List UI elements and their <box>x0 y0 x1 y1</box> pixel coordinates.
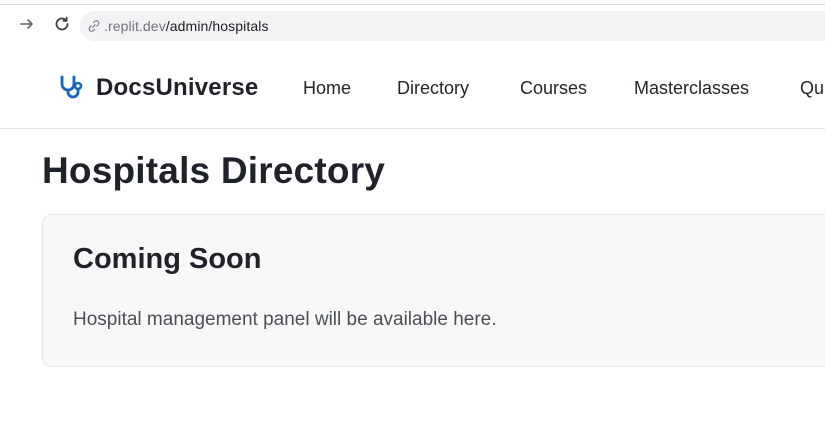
reload-button[interactable] <box>49 13 75 39</box>
nav-link-truncated[interactable]: Qu <box>800 78 824 99</box>
address-bar[interactable]: .replit.dev/admin/hospitals <box>80 11 825 41</box>
card-body-text: Hospital management panel will be availa… <box>73 309 497 330</box>
coming-soon-card: Coming Soon Hospital management panel wi… <box>42 214 825 367</box>
nav-link-home[interactable]: Home <box>303 78 351 99</box>
card-title: Coming Soon <box>73 243 262 275</box>
forward-button[interactable] <box>14 13 40 39</box>
stethoscope-icon <box>56 73 86 103</box>
brand-logo[interactable]: DocsUniverse <box>56 73 258 103</box>
nav-link-courses[interactable]: Courses <box>520 78 587 99</box>
url-path: /admin/hospitals <box>165 18 269 34</box>
page-title: Hospitals Directory <box>42 150 386 191</box>
brand-name: DocsUniverse <box>96 74 259 101</box>
nav-link-directory[interactable]: Directory <box>397 78 469 99</box>
toolbar-divider <box>0 4 825 5</box>
arrow-right-icon <box>19 16 35 37</box>
nav-link-masterclasses[interactable]: Masterclasses <box>634 78 749 99</box>
browser-toolbar: .replit.dev/admin/hospitals <box>0 0 825 48</box>
link-icon[interactable] <box>86 18 102 34</box>
url-text: .replit.dev/admin/hospitals <box>104 18 269 34</box>
url-host: .replit.dev <box>104 18 166 34</box>
reload-icon <box>53 15 71 38</box>
site-header: DocsUniverse Home Directory Courses Mast… <box>0 48 825 129</box>
